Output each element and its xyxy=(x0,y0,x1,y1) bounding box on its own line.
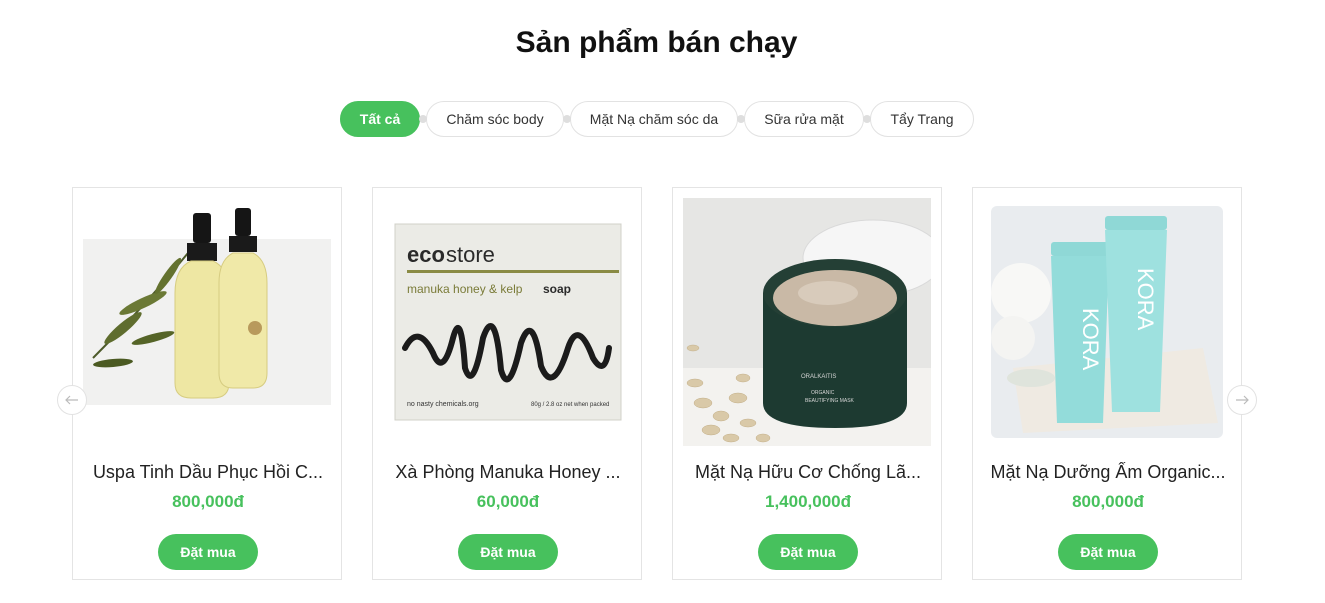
carousel-prev-button[interactable] xyxy=(57,385,87,415)
product-card: eco store manuka honey & kelp soap no na… xyxy=(372,187,642,580)
product-price: 60,000đ xyxy=(476,492,540,511)
product-price: 800,000đ xyxy=(172,492,244,511)
arrow-left-icon xyxy=(65,395,78,405)
product-image[interactable]: ORALKAITIS ORGANIC BEAUTIFYING MASK xyxy=(683,198,931,446)
product-image[interactable] xyxy=(83,198,331,446)
order-button[interactable]: Đặt mua xyxy=(758,534,858,570)
soap-brand-right: store xyxy=(446,242,495,267)
product-name[interactable]: Xà Phòng Manuka Honey ... xyxy=(373,462,643,483)
tab-makeup-remover[interactable]: Tẩy Trang xyxy=(870,101,974,137)
product-image[interactable]: KORA KORA xyxy=(983,198,1231,446)
soap-brand-left: eco xyxy=(407,242,445,267)
soap-footer-right: 80g / 2.8 oz net when packed xyxy=(531,402,609,408)
product-name[interactable]: Uspa Tinh Dầu Phục Hồi C... xyxy=(73,462,343,483)
jar-line-1: ORGANIC xyxy=(811,390,835,396)
soap-subtitle: manuka honey & kelp xyxy=(407,282,523,296)
category-tabs: Tất cả Chăm sóc body Mặt Nạ chăm sóc da … xyxy=(340,101,974,137)
soap-footer-left: no nasty chemicals.org xyxy=(407,401,479,408)
soap-subtitle-word: soap xyxy=(543,282,571,296)
product-price: 1,400,000đ xyxy=(764,492,851,511)
mask-jar-image: ORALKAITIS ORGANIC BEAUTIFYING MASK xyxy=(683,198,931,446)
soap-box-image: eco store manuka honey & kelp soap no na… xyxy=(394,223,622,421)
product-card: KORA KORA Mặt Nạ Dưỡng Ẩm Organic... 800… xyxy=(972,187,1242,580)
jar-line-2: BEAUTIFYING MASK xyxy=(805,398,855,404)
tab-all[interactable]: Tất cả xyxy=(340,101,420,137)
order-button[interactable]: Đặt mua xyxy=(1058,534,1158,570)
order-button[interactable]: Đặt mua xyxy=(458,534,558,570)
product-name[interactable]: Mặt Nạ Dưỡng Ẩm Organic... xyxy=(973,462,1243,483)
tab-separator xyxy=(563,115,571,123)
tab-body-care[interactable]: Chăm sóc body xyxy=(426,101,564,137)
tab-cleanser[interactable]: Sữa rửa mặt xyxy=(744,101,864,137)
tab-separator xyxy=(863,115,871,123)
tube-brand: KORA xyxy=(1133,268,1158,331)
kora-tubes-image: KORA KORA xyxy=(991,206,1223,438)
product-price: 800,000đ xyxy=(1072,492,1144,511)
carousel-next-button[interactable] xyxy=(1227,385,1257,415)
section-title: Sản phẩm bán chạy xyxy=(515,26,798,59)
order-button[interactable]: Đặt mua xyxy=(158,534,258,570)
tube-brand: KORA xyxy=(1078,308,1103,371)
oil-bottles-image xyxy=(83,208,331,405)
tab-separator xyxy=(737,115,745,123)
tab-face-mask[interactable]: Mặt Nạ chăm sóc da xyxy=(570,101,738,137)
arrow-right-icon xyxy=(1236,395,1249,405)
product-card: ORALKAITIS ORGANIC BEAUTIFYING MASK Mặt … xyxy=(672,187,942,580)
tab-separator xyxy=(419,115,427,123)
product-card: Uspa Tinh Dầu Phục Hồi C... 800,000đ Đặt… xyxy=(72,187,342,580)
jar-brand: ORALKAITIS xyxy=(801,374,836,380)
product-image[interactable]: eco store manuka honey & kelp soap no na… xyxy=(383,198,631,446)
product-name[interactable]: Mặt Nạ Hữu Cơ Chống Lã... xyxy=(673,462,943,483)
